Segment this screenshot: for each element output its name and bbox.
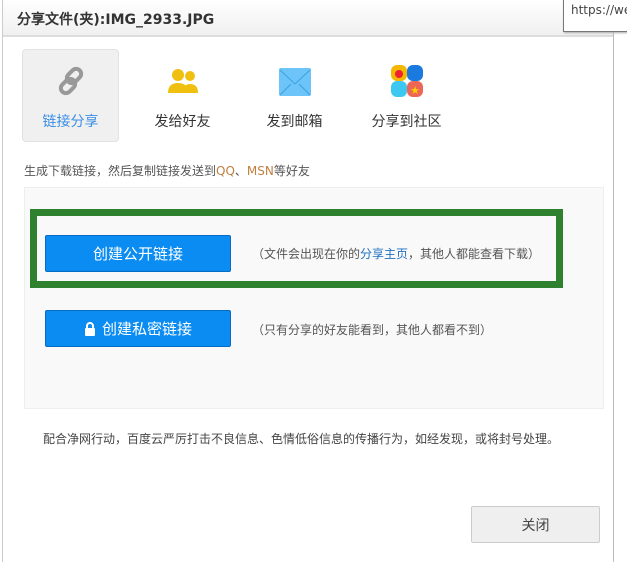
share-tabs: 链接分享 发给好友 发到邮箱 ★ 分享到社区: [22, 49, 470, 142]
url-tooltip: https://we: [563, 0, 627, 32]
desc-sep: 、: [234, 164, 247, 178]
desc-qq: QQ: [216, 164, 235, 178]
note-text: （文件会出现在你的: [252, 247, 361, 261]
community-icon: ★: [390, 65, 423, 97]
note-text: ，其他人都能查看下载）: [408, 247, 541, 261]
create-private-link-button[interactable]: 创建私密链接: [45, 310, 231, 347]
tab-label: 发到邮箱: [266, 114, 323, 130]
tab-send-friends[interactable]: 发给好友: [134, 49, 231, 142]
svg-text:★: ★: [410, 84, 420, 97]
friends-icon: [167, 69, 198, 93]
button-label: 创建私密链接: [101, 320, 192, 338]
close-button[interactable]: 关闭: [471, 506, 600, 543]
tab-label: 发给好友: [154, 114, 211, 130]
desc-text: 生成下载链接，然后复制链接发送到: [24, 164, 217, 178]
link-icon: [58, 66, 83, 96]
tab-label: 链接分享: [42, 114, 99, 130]
tab-send-email[interactable]: 发到邮箱: [246, 49, 343, 142]
private-link-note: （只有分享的好友能看到，其他人都看不到）: [252, 323, 493, 337]
lock-icon: [84, 321, 95, 336]
mail-icon: [278, 68, 311, 96]
policy-note: 配合净网行动，百度云严厉打击不良信息、色情低俗信息的传播行为，如经发现，或将封号…: [43, 432, 560, 446]
desc-post: 等好友: [273, 164, 310, 178]
create-public-link-button[interactable]: 创建公开链接: [45, 235, 231, 272]
share-homepage-link[interactable]: 分享主页: [360, 247, 408, 261]
tab-label: 分享到社区: [371, 114, 442, 130]
share-description: 生成下载链接，然后复制链接发送到QQ、MSN等好友: [24, 162, 310, 179]
public-link-note: （文件会出现在你的分享主页，其他人都能查看下载）: [252, 245, 540, 262]
desc-msn: MSN: [246, 164, 274, 178]
tab-share-community[interactable]: ★ 分享到社区: [358, 49, 455, 142]
tab-link-share[interactable]: 链接分享: [22, 49, 119, 142]
dialog-title: 分享文件(夹):IMG_2933.JPG: [3, 0, 613, 37]
